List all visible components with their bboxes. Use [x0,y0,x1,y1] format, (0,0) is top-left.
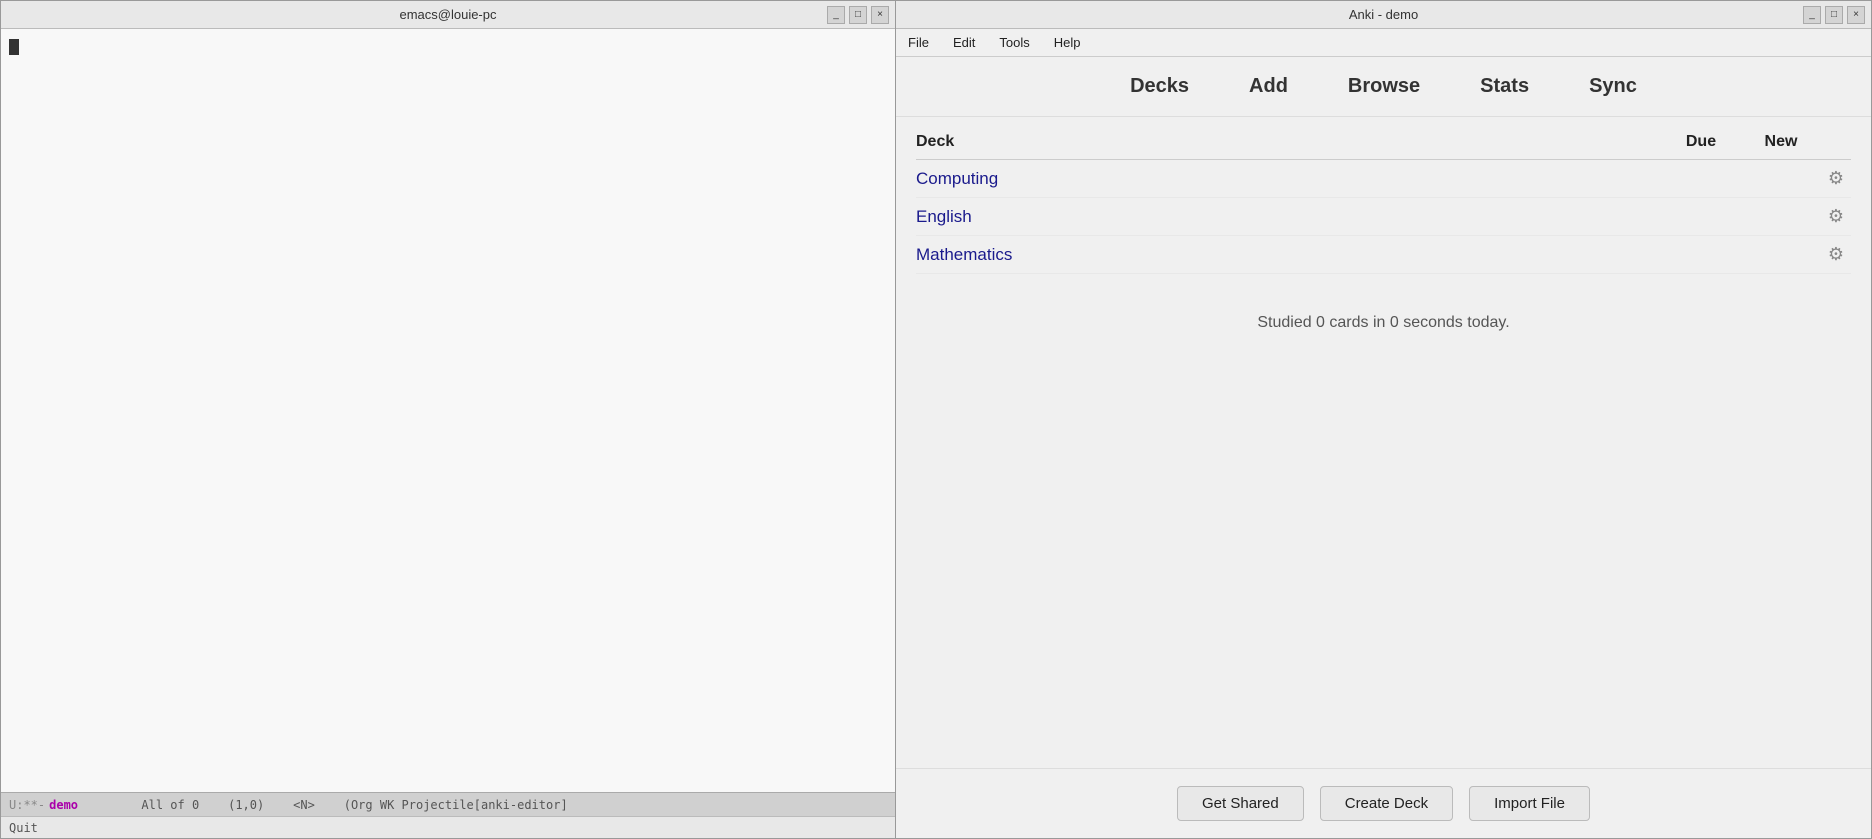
anki-close-btn[interactable]: × [1847,6,1865,24]
deck-row: Computing ⚙ [916,160,1851,198]
deck-rows: Computing ⚙ English ⚙ Mathematics [916,160,1851,274]
import-file-button[interactable]: Import File [1469,786,1590,821]
menu-tools[interactable]: Tools [995,33,1033,52]
toolbar-add[interactable]: Add [1239,71,1298,102]
create-deck-button[interactable]: Create Deck [1320,786,1453,821]
gear-icon-mathematics[interactable]: ⚙ [1821,244,1851,265]
anki-footer: Get Shared Create Deck Import File [896,768,1871,838]
emacs-statusbar: U:**- demo All of 0 (1,0) <N> (Org WK Pr… [1,792,895,816]
emacs-modeline: Quit [1,816,895,838]
deck-table-header: Deck Due New [916,117,1851,160]
emacs-status-position: All of 0 (1,0) <N> (Org WK Projectile[an… [98,798,568,812]
anki-titlebar: Anki - demo _ □ × [896,1,1871,29]
toolbar-stats[interactable]: Stats [1470,71,1539,102]
gear-icon-computing[interactable]: ⚙ [1821,168,1851,189]
emacs-window-controls: _ □ × [827,6,889,24]
emacs-content [1,29,895,792]
emacs-title: emacs@louie-pc [399,7,496,22]
menu-help[interactable]: Help [1050,33,1085,52]
deck-name-mathematics[interactable]: Mathematics [916,245,1661,265]
anki-toolbar: Decks Add Browse Stats Sync [896,57,1871,117]
toolbar-browse[interactable]: Browse [1338,71,1430,102]
gear-icon-english[interactable]: ⚙ [1821,206,1851,227]
deck-table: Deck Due New Computing ⚙ English [896,117,1871,274]
anki-title: Anki - demo [1349,7,1418,22]
anki-window-controls: _ □ × [1803,6,1865,24]
deck-name-english[interactable]: English [916,207,1661,227]
deck-row: Mathematics ⚙ [916,236,1851,274]
emacs-status-mode: U:**- [9,798,45,812]
header-new: New [1741,133,1821,151]
emacs-window: emacs@louie-pc _ □ × U:**- demo All of 0… [0,0,896,839]
menu-file[interactable]: File [904,33,933,52]
deck-name-computing[interactable]: Computing [916,169,1661,189]
header-due: Due [1661,133,1741,151]
toolbar-decks[interactable]: Decks [1120,71,1199,102]
emacs-maximize-btn[interactable]: □ [849,6,867,24]
studied-text: Studied 0 cards in 0 seconds today. [896,314,1871,332]
menu-edit[interactable]: Edit [949,33,979,52]
emacs-titlebar: emacs@louie-pc _ □ × [1,1,895,29]
get-shared-button[interactable]: Get Shared [1177,786,1304,821]
anki-window: Anki - demo _ □ × File Edit Tools Help D… [896,0,1872,839]
toolbar-sync[interactable]: Sync [1579,71,1647,102]
emacs-quit-label: Quit [9,821,38,835]
emacs-status-buffer: demo [49,798,78,812]
emacs-minimize-btn[interactable]: _ [827,6,845,24]
emacs-close-btn[interactable]: × [871,6,889,24]
anki-maximize-btn[interactable]: □ [1825,6,1843,24]
header-deck: Deck [916,133,1661,151]
anki-menubar: File Edit Tools Help [896,29,1871,57]
deck-row: English ⚙ [916,198,1851,236]
emacs-cursor [9,39,19,55]
anki-content: Deck Due New Computing ⚙ English [896,117,1871,768]
anki-minimize-btn[interactable]: _ [1803,6,1821,24]
